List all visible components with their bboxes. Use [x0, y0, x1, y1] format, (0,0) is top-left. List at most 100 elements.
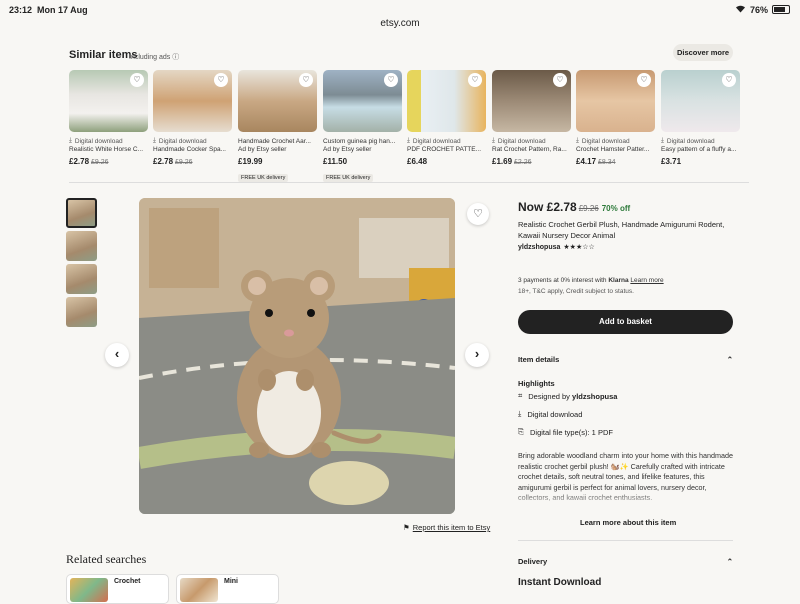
download-label: ⤓ Digital download: [576, 137, 630, 145]
download-icon: ⤓: [492, 137, 495, 144]
free-delivery-badge: FREE UK delivery: [323, 174, 374, 182]
ad-label: Ad by Etsy seller: [323, 146, 372, 153]
item-price: £4.17 £8.34: [576, 157, 616, 166]
similar-item-card[interactable]: ♡ Handmade Crochet Aar... Ad by Etsy sel…: [238, 70, 317, 184]
delivery-toggle[interactable]: Delivery ⌃: [518, 557, 733, 566]
seller-name[interactable]: yldzshopusa: [518, 244, 560, 251]
item-name[interactable]: Handmade Cocker Spa...: [153, 146, 232, 155]
download-label: ⤓ Digital download: [661, 137, 715, 145]
download-label: ⤓ Digital download: [407, 137, 461, 145]
original-price: £9.26: [578, 204, 599, 213]
favorite-heart-icon[interactable]: ♡: [214, 73, 228, 87]
item-name[interactable]: Custom guinea pig han...: [323, 137, 402, 145]
product-thumbnail[interactable]: ♡: [407, 70, 486, 132]
favorite-heart-icon[interactable]: ♡: [553, 73, 567, 87]
item-name[interactable]: Rat Crochet Pattern, Ra...: [492, 146, 571, 155]
star-rating: ★★★☆☆: [563, 244, 595, 251]
related-thumbnail: [180, 578, 218, 602]
item-name[interactable]: Realistic White Horse C...: [69, 146, 148, 155]
add-to-basket-button[interactable]: Add to basket: [518, 310, 733, 334]
similar-item-card[interactable]: ♡ ⤓ Digital download Easy pattern of a fl…: [661, 70, 740, 166]
gallery-thumbnail[interactable]: [66, 198, 97, 228]
similar-item-card[interactable]: ♡ ⤓ Digital download Crochet Hamster Patt…: [576, 70, 655, 166]
download-icon: ⤓: [576, 137, 579, 144]
seller-info: yldzshopusa ★★★☆☆: [518, 243, 595, 252]
item-name[interactable]: Handmade Crochet Aar...: [238, 137, 317, 145]
favorite-heart-icon[interactable]: ♡: [722, 73, 736, 87]
image-thumbnail-list: [66, 198, 97, 330]
ad-label: Ad by Etsy seller: [238, 146, 287, 153]
status-bar: 23:12 Mon 17 Aug etsy.com 76%: [0, 0, 800, 38]
favorite-heart-icon[interactable]: ♡: [130, 73, 144, 87]
related-label: Crochet: [114, 578, 141, 585]
highlights-heading: Highlights: [518, 379, 555, 388]
similar-item-card[interactable]: ♡ ⤓ Digital download Realistic White Hors…: [69, 70, 148, 166]
next-image-button[interactable]: ›: [465, 343, 489, 367]
product-thumbnail[interactable]: ♡: [323, 70, 402, 132]
klarna-brand: Klarna: [608, 277, 629, 284]
main-product-image[interactable]: [139, 198, 455, 514]
discover-more-button[interactable]: Discover more: [673, 44, 733, 61]
wifi-icon: [735, 4, 746, 15]
download-label: ⤓ Digital download: [69, 137, 123, 145]
similar-item-card[interactable]: ♡ ⤓ Digital download PDF CROCHET PATTE...…: [407, 70, 486, 166]
product-thumbnail[interactable]: ♡: [238, 70, 317, 132]
previous-image-button[interactable]: ‹: [105, 343, 129, 367]
chevron-up-icon: ⌃: [726, 355, 733, 364]
gallery-thumbnail[interactable]: [66, 264, 97, 294]
free-delivery-badge: FREE UK delivery: [238, 174, 289, 182]
download-label: ⤓ Digital download: [153, 137, 207, 145]
favorite-heart-icon[interactable]: ♡: [384, 73, 398, 87]
product-thumbnail[interactable]: ♡: [69, 70, 148, 132]
item-price: £19.99: [238, 157, 263, 166]
favorite-heart-icon[interactable]: ♡: [468, 73, 482, 87]
designed-by-row: ⌗ Designed by yldzshopusa: [518, 391, 618, 401]
item-price: £11.50: [323, 157, 348, 166]
similar-items-title: Similar items: [69, 49, 138, 61]
clock: 23:12: [9, 5, 33, 15]
favorite-heart-icon[interactable]: ♡: [467, 203, 489, 225]
section-divider: [69, 182, 749, 183]
item-name[interactable]: Easy pattern of a fluffy a...: [661, 146, 740, 155]
digital-download-row: ⤓ Digital download: [518, 409, 583, 419]
battery-percent: 76%: [749, 4, 768, 15]
item-name[interactable]: PDF CROCHET PATTE...: [407, 146, 486, 155]
gallery-thumbnail[interactable]: [66, 231, 97, 261]
download-icon: ⤓: [518, 409, 522, 418]
gerbil-plush-illustration: [139, 198, 455, 514]
date: Mon 17 Aug: [37, 5, 88, 15]
related-thumbnail: [70, 578, 108, 602]
instant-download-heading: Instant Download: [518, 577, 602, 588]
info-icon[interactable]: ⓘ: [172, 54, 179, 61]
learn-more-link[interactable]: Learn more: [630, 277, 663, 284]
klarna-terms: 18+, T&C apply, Credit subject to status…: [518, 288, 634, 295]
report-link[interactable]: Report this item to Etsy: [413, 523, 491, 532]
gallery-thumbnail[interactable]: [66, 297, 97, 327]
product-thumbnail[interactable]: ♡: [492, 70, 571, 132]
download-icon: ⤓: [407, 137, 410, 144]
download-icon: ⤓: [153, 137, 156, 144]
product-thumbnail[interactable]: ♡: [576, 70, 655, 132]
item-price: £1.69 £2.26: [492, 157, 532, 166]
product-thumbnail[interactable]: ♡: [661, 70, 740, 132]
similar-item-card[interactable]: ♡ Custom guinea pig han... Ad by Etsy se…: [323, 70, 402, 184]
item-price: £6.48: [407, 157, 428, 166]
item-price: £2.78 £9.26: [69, 157, 109, 166]
similar-item-card[interactable]: ♡ ⤓ Digital download Rat Crochet Pattern,…: [492, 70, 571, 166]
paperclip-icon: ⎘: [518, 427, 524, 436]
file-types-row: ⎘ Digital file type(s): 1 PDF: [518, 427, 613, 437]
related-label: Mini: [224, 578, 238, 585]
item-name[interactable]: Crochet Hamster Patter...: [576, 146, 655, 155]
status-icons: 76%: [735, 4, 790, 15]
learn-more-item-button[interactable]: Learn more about this item: [580, 518, 676, 527]
product-thumbnail[interactable]: ♡: [153, 70, 232, 132]
report-item[interactable]: ⚑ Report this item to Etsy: [403, 523, 490, 532]
item-details-toggle[interactable]: Item details ⌃: [518, 355, 733, 364]
section-divider: [518, 540, 733, 541]
favorite-heart-icon[interactable]: ♡: [299, 73, 313, 87]
related-searches-title: Related searches: [66, 552, 147, 566]
address-bar[interactable]: etsy.com: [368, 14, 432, 34]
favorite-heart-icon[interactable]: ♡: [637, 73, 651, 87]
similar-item-card[interactable]: ♡ ⤓ Digital download Handmade Cocker Spa.…: [153, 70, 232, 166]
description-fade: [518, 490, 733, 510]
